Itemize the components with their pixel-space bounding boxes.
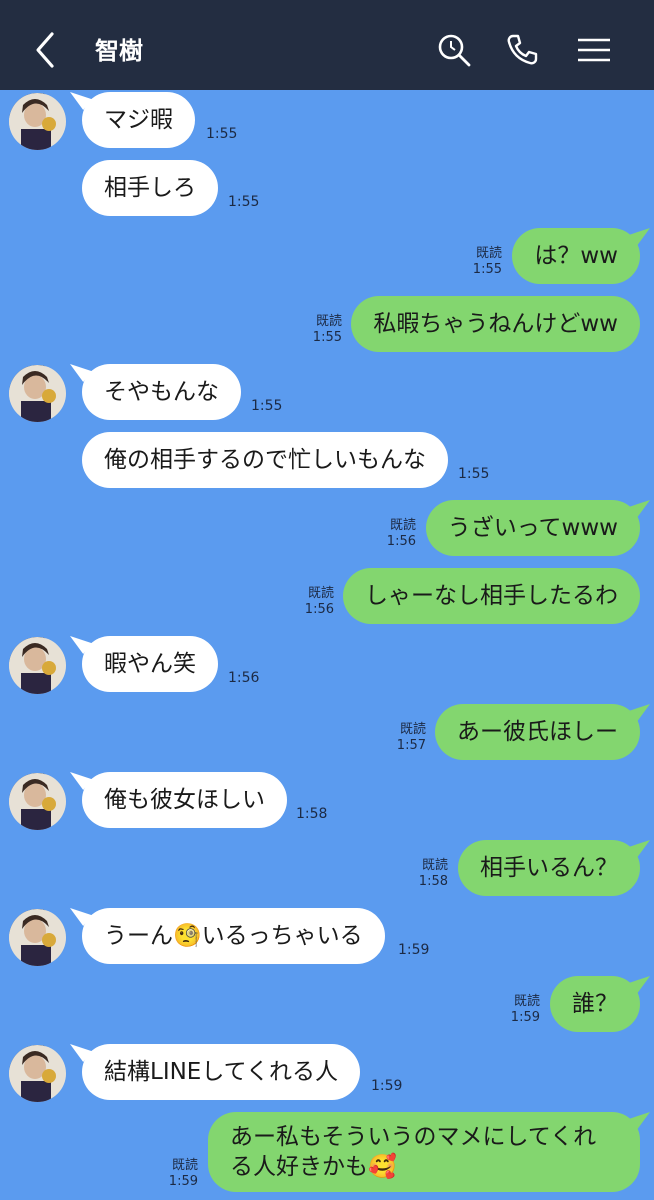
message-time: 1:56 <box>228 670 260 686</box>
message-time: 1:59 <box>168 1174 198 1189</box>
message-bubble-incoming[interactable]: 暇やん笑 <box>82 636 218 692</box>
message-time: 1:59 <box>398 942 430 958</box>
avatar[interactable] <box>9 93 66 150</box>
message-bubble-incoming[interactable]: 結構LINEしてくれる人 <box>82 1044 360 1100</box>
read-receipt: 既読 <box>171 1158 198 1173</box>
message-time: 1:59 <box>510 1010 540 1025</box>
message-time: 1:56 <box>386 534 416 549</box>
chat-title: 智樹 <box>95 37 143 65</box>
message-bubble-incoming[interactable]: 俺の相手するので忙しいもんな <box>82 432 448 488</box>
message-bubble-outgoing[interactable]: は？ww <box>512 228 640 284</box>
avatar[interactable] <box>9 365 66 422</box>
message-bubble-outgoing[interactable]: あー私もそういうのマメにしてくれる人好きかも🥰 <box>208 1112 640 1192</box>
message-bubble-outgoing[interactable]: 相手いるん？ <box>458 840 640 896</box>
message-bubble-incoming[interactable]: 相手しろ <box>82 160 218 216</box>
message-time: 1:55 <box>206 126 238 142</box>
read-receipt: 既読 <box>513 994 540 1009</box>
message-time: 1:58 <box>418 874 448 889</box>
menu-icon[interactable] <box>576 32 612 68</box>
message-bubble-outgoing[interactable]: 誰？ <box>550 976 640 1032</box>
read-receipt: 既読 <box>315 314 342 329</box>
message-time: 1:55 <box>458 466 490 482</box>
message-time: 1:55 <box>472 262 502 277</box>
phone-icon[interactable] <box>504 32 540 68</box>
message-bubble-incoming[interactable]: マジ暇 <box>82 92 195 148</box>
avatar[interactable] <box>9 909 66 966</box>
message-bubble-outgoing[interactable]: あー彼氏ほしー <box>435 704 640 760</box>
read-receipt: 既読 <box>389 518 416 533</box>
message-time: 1:57 <box>396 738 426 753</box>
read-receipt: 既読 <box>421 858 448 873</box>
message-time: 1:58 <box>296 806 328 822</box>
read-receipt: 既読 <box>399 722 426 737</box>
avatar[interactable] <box>9 773 66 830</box>
message-time: 1:59 <box>371 1078 403 1094</box>
chevron-left-icon[interactable] <box>30 30 60 70</box>
read-receipt: 既読 <box>307 586 334 601</box>
read-receipt: 既読 <box>475 246 502 261</box>
message-bubble-outgoing[interactable]: 私暇ちゃうねんけどww <box>351 296 640 352</box>
search-icon[interactable] <box>436 32 472 68</box>
message-bubble-incoming[interactable]: うーん🧐いるっちゃいる <box>82 908 385 964</box>
message-list[interactable]: マジ暇 1:55 相手しろ 1:55 既読 1:55 は？ww 既読 1:55 … <box>0 90 654 1200</box>
message-time: 1:55 <box>228 194 260 210</box>
message-time: 1:55 <box>312 330 342 345</box>
message-bubble-outgoing[interactable]: うざいってwww <box>425 500 640 556</box>
message-bubble-incoming[interactable]: 俺も彼女ほしい <box>82 772 287 828</box>
message-bubble-incoming[interactable]: そやもんな <box>82 364 241 420</box>
chat-header: 智樹 <box>0 0 654 90</box>
message-bubble-outgoing[interactable]: しゃーなし相手したるわ <box>343 568 640 624</box>
message-time: 1:56 <box>304 602 334 617</box>
avatar[interactable] <box>9 637 66 694</box>
message-time: 1:55 <box>251 398 283 414</box>
avatar[interactable] <box>9 1045 66 1102</box>
